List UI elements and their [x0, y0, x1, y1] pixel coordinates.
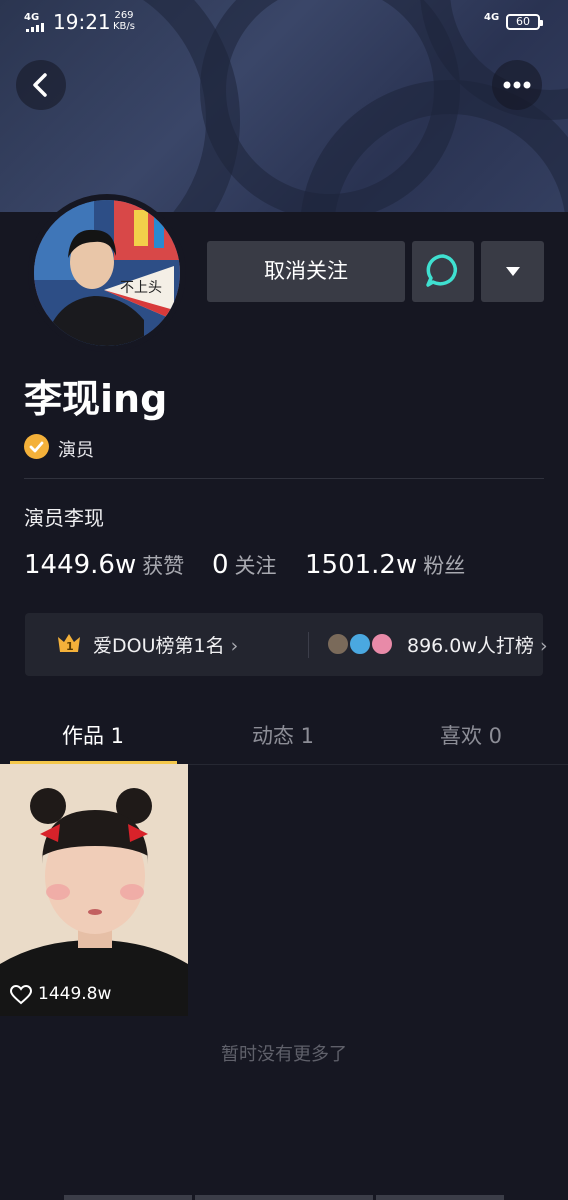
verified-label: 演员	[58, 440, 94, 461]
verified-check-icon	[24, 434, 49, 459]
stat-value: 1449.6w	[24, 550, 137, 580]
message-button[interactable]	[412, 241, 474, 302]
chevron-right-icon: ›	[230, 635, 239, 657]
stat-following[interactable]: 0 关注	[212, 550, 277, 580]
video-thumbnail[interactable]: 1449.8w	[0, 764, 188, 1016]
profile-bio: 演员李现	[24, 506, 104, 530]
chevron-left-icon	[33, 73, 47, 97]
status-time: 19:21	[53, 10, 111, 34]
network-indicator-right: 4G	[484, 12, 500, 23]
more-button[interactable]	[492, 60, 542, 110]
video-thumbnail-image	[0, 764, 188, 1016]
stat-followers[interactable]: 1501.2w 粉丝	[305, 550, 465, 580]
avatar-image: 不上头	[34, 200, 180, 346]
chevron-right-icon: ›	[539, 635, 548, 657]
stat-likes[interactable]: 1449.6w 获赞	[24, 550, 184, 580]
signal-bars-icon	[26, 23, 46, 32]
stat-value: 0	[212, 550, 229, 580]
rank-separator	[308, 632, 309, 658]
tab-likes[interactable]: 喜欢 0	[440, 720, 502, 750]
network-speed: 269 KB/s	[113, 10, 135, 32]
stat-label: 粉丝	[423, 554, 466, 578]
stat-label: 获赞	[142, 554, 185, 578]
unfollow-button[interactable]: 取消关注	[207, 241, 405, 302]
heart-icon	[10, 985, 32, 1005]
crown-number: 1	[66, 640, 74, 653]
like-count-text: 1449.8w	[38, 984, 112, 1004]
fan-avatar	[327, 633, 349, 655]
dou-rank-text: 爱DOU榜第1名	[93, 635, 225, 657]
fan-avatar	[371, 633, 393, 655]
stat-value: 1501.2w	[305, 550, 418, 580]
no-more-text: 暂时没有更多了	[221, 1044, 347, 1065]
network-indicator: 4G	[24, 12, 40, 23]
support-rank-text: 896.0w人打榜	[407, 635, 534, 657]
bottom-indicator	[376, 1195, 504, 1200]
profile-tabs: 作品 1 动态 1 喜欢 0	[0, 706, 568, 764]
chat-bubble-icon	[426, 254, 458, 287]
avatar[interactable]: 不上头	[28, 194, 186, 352]
network-speed-unit: KB/s	[113, 21, 135, 32]
fan-avatar	[349, 633, 371, 655]
avatar-fan-text: 不上头	[120, 280, 162, 296]
stat-label: 关注	[234, 554, 277, 578]
network-speed-value: 269	[114, 10, 134, 21]
status-bar: 4G 19:21 269 KB/s 4G 60	[0, 0, 568, 44]
bottom-indicator	[64, 1195, 192, 1200]
battery-level: 60	[516, 15, 530, 28]
rank-bar: 1 爱DOU榜第1名 › 896.0w人打榜 ›	[25, 613, 548, 676]
more-horizontal-icon	[503, 81, 531, 89]
bottom-indicator	[195, 1195, 373, 1200]
battery-icon: 60	[506, 14, 543, 30]
crown-icon: 1	[58, 634, 80, 653]
divider	[24, 478, 544, 479]
caret-down-icon	[506, 267, 520, 276]
tab-works[interactable]: 作品 1	[62, 720, 124, 750]
dropdown-button[interactable]	[481, 241, 544, 302]
profile-name: 李现ing	[24, 377, 168, 421]
back-button[interactable]	[16, 60, 66, 110]
tab-moments[interactable]: 动态 1	[252, 720, 314, 750]
